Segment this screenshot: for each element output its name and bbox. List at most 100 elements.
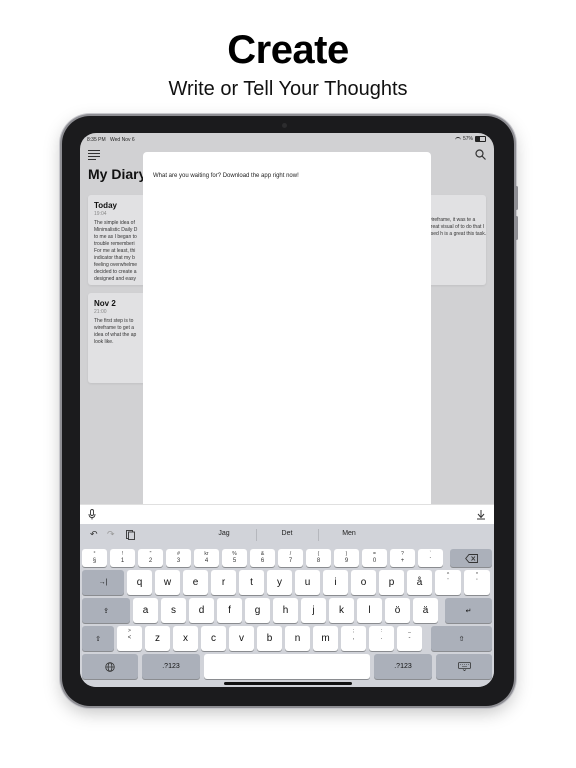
globe-key[interactable] (82, 654, 138, 679)
letter-key[interactable]: t (239, 570, 264, 595)
space-bar[interactable] (204, 654, 370, 679)
shift-key-right[interactable]: ⇧ (431, 626, 492, 651)
key-shift-label: / (289, 551, 292, 557)
letter-key[interactable]: g (245, 598, 270, 623)
shift-key-left[interactable]: ⇧ (82, 626, 114, 651)
search-icon[interactable] (475, 149, 486, 160)
number-key[interactable]: % 5 (222, 549, 247, 567)
letter-key[interactable]: y (267, 570, 292, 595)
number-key[interactable]: kr 4 (194, 549, 219, 567)
numbers-key-right[interactable]: .?123 (374, 654, 432, 679)
key-label: 6 (260, 558, 265, 564)
number-key[interactable]: = 0 (362, 549, 387, 567)
punctuation-key[interactable]: ;, (341, 626, 366, 651)
key-shift-label: " (149, 551, 152, 557)
letter-key[interactable]: u (295, 570, 320, 595)
letter-key[interactable]: w (155, 570, 180, 595)
letter-key[interactable]: n (285, 626, 310, 651)
punctuation-key[interactable]: :. (369, 626, 394, 651)
compose-sheet[interactable]: What are you waiting for? Download the a… (143, 152, 431, 532)
redo-icon[interactable]: ↷ (107, 529, 115, 540)
key-label: e (192, 577, 199, 588)
delete-key[interactable] (450, 549, 492, 567)
paste-icon[interactable] (126, 529, 135, 540)
undo-icon[interactable]: ↶ (90, 529, 98, 540)
key-label: c (211, 633, 216, 644)
diary-entry-card[interactable]: Today 19:04 The simple idea of Minimalis… (88, 195, 150, 285)
letter-key[interactable]: p (379, 570, 404, 595)
number-key[interactable]: ° § (82, 549, 107, 567)
numbers-key-left[interactable]: .?123 (142, 654, 200, 679)
letter-key[interactable]: i (323, 570, 348, 595)
key-label: 7 (288, 558, 293, 564)
letter-key[interactable]: c (201, 626, 226, 651)
volume-button (515, 186, 518, 210)
compose-text[interactable]: What are you waiting for? Download the a… (153, 173, 299, 179)
number-key[interactable]: /7 (278, 549, 303, 567)
shift-icon: ⇧ (458, 635, 465, 643)
symbol-key[interactable]: > < (117, 626, 142, 651)
suggestion[interactable]: Det (257, 530, 317, 537)
letter-key[interactable]: ä (413, 598, 438, 623)
letter-key[interactable]: b (257, 626, 282, 651)
symbol-key[interactable]: ^ ¨ (435, 570, 461, 595)
return-key[interactable]: ↵ (445, 598, 492, 623)
number-key[interactable]: #3 (166, 549, 191, 567)
letter-key[interactable]: a (133, 598, 158, 623)
letter-key[interactable]: l (357, 598, 382, 623)
key-shift-label: ) (345, 551, 348, 557)
subheadline: Write or Tell Your Thoughts (168, 78, 408, 100)
letter-key[interactable]: r (211, 570, 236, 595)
letter-key[interactable]: h (273, 598, 298, 623)
diary-entry-card[interactable]: wireframe, it was te a great visual of t… (424, 195, 486, 285)
status-indicators: 57% (454, 136, 486, 142)
letter-key[interactable]: m (313, 626, 338, 651)
key-shift-label: = (373, 551, 376, 557)
return-icon: ↵ (465, 607, 472, 615)
letter-key[interactable]: ö (385, 598, 410, 623)
letter-key[interactable]: o (351, 570, 376, 595)
punctuation-key[interactable]: _ - (397, 626, 422, 651)
entry-date: Nov 2 (94, 299, 116, 308)
hide-keyboard-key[interactable] (436, 654, 492, 679)
suggestion[interactable]: Men (319, 530, 379, 537)
key-label: m (321, 633, 330, 644)
number-key[interactable]: ` ´ (418, 549, 443, 567)
letter-key[interactable]: x (173, 626, 198, 651)
letter-key[interactable]: v (229, 626, 254, 651)
key-label: 2 (148, 558, 153, 564)
letter-key[interactable]: s (161, 598, 186, 623)
key-label: § (92, 558, 97, 564)
key-shift-label: # (177, 551, 180, 557)
caps-lock-key[interactable]: ⇪ (82, 598, 130, 623)
letter-key[interactable]: å (407, 570, 432, 595)
number-key[interactable]: & 6 (250, 549, 275, 567)
number-key[interactable]: ? + (390, 549, 415, 567)
wifi-icon (454, 136, 461, 142)
menu-icon[interactable] (88, 150, 100, 160)
letter-key[interactable]: z (145, 626, 170, 651)
key-label: o (360, 577, 367, 588)
letter-key[interactable]: e (183, 570, 208, 595)
letter-key[interactable]: k (329, 598, 354, 623)
letter-key[interactable]: q (127, 570, 152, 595)
number-key[interactable]: " 2 (138, 549, 163, 567)
suggestion[interactable]: Jag (194, 530, 254, 537)
key-shift-label: ^ (446, 572, 450, 578)
letter-key[interactable]: d (189, 598, 214, 623)
tab-key[interactable]: →| (82, 570, 124, 595)
key-label: 5 (232, 558, 237, 564)
letter-key[interactable]: f (217, 598, 242, 623)
number-key[interactable]: (8 (306, 549, 331, 567)
diary-entry-card[interactable]: Nov 2 21:00 The first step is to wirefra… (88, 293, 150, 383)
microphone-icon[interactable] (88, 509, 96, 520)
letter-key[interactable]: j (301, 598, 326, 623)
key-label: w (163, 577, 172, 588)
suggestion-bar: ↶ ↷ Jag Det Men (80, 524, 494, 546)
symbol-key[interactable]: * ' (464, 570, 490, 595)
key-label: z (155, 633, 160, 644)
number-key[interactable]: ! 1 (110, 549, 135, 567)
keyboard-dismiss-icon[interactable] (476, 509, 486, 520)
entry-preview: wireframe, it was te a great visual of t… (428, 217, 486, 237)
number-key[interactable]: ) 9 (334, 549, 359, 567)
